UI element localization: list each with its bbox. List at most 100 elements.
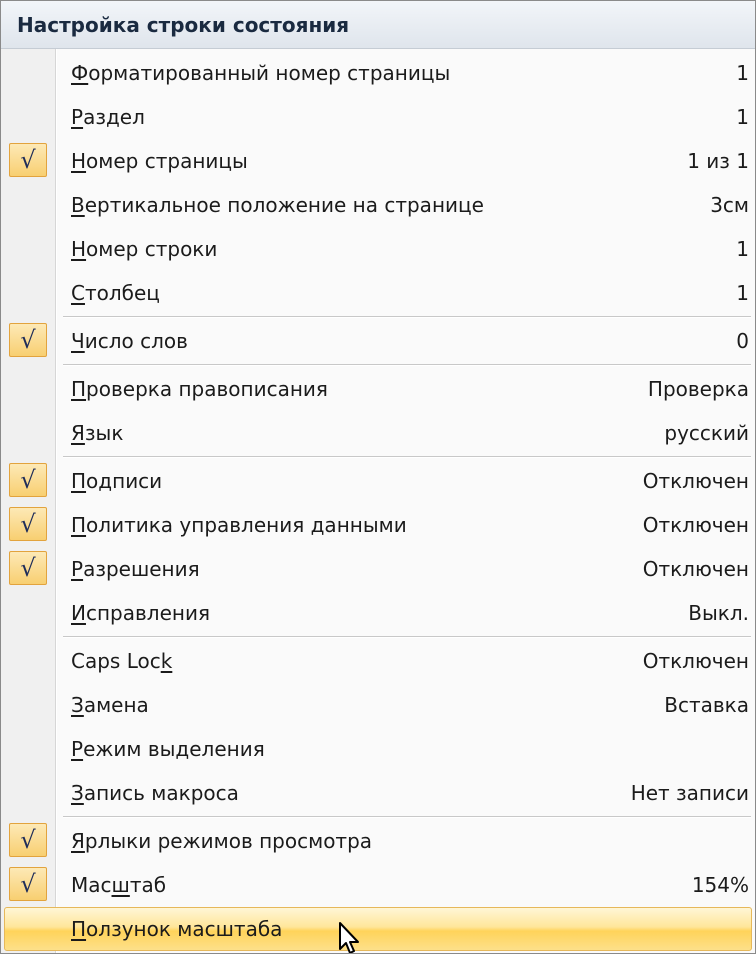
- menu-item-label-end: амена: [83, 693, 149, 717]
- menu-item-label: Язык: [71, 411, 123, 455]
- menu-item-value: 1: [736, 61, 749, 85]
- menu-item-label: Подписи: [71, 459, 162, 503]
- menu-item-label-end: исло слов: [84, 329, 188, 353]
- menu-item-value: Проверка: [647, 377, 749, 401]
- menu-item-label: Форматированный номер страницы: [71, 51, 450, 95]
- menu-item-label-end: зык: [84, 421, 124, 445]
- menu-item[interactable]: √ Ярлыки режимов просмотра: [1, 819, 755, 863]
- menu-item-access-key: Я: [71, 421, 85, 445]
- menu-item-value: 1 из 1: [687, 149, 749, 173]
- menu-item[interactable]: √ Политика управления данными Отключен: [1, 503, 755, 547]
- menu-item-label-end: азрешения: [83, 557, 200, 581]
- menu-item-access-key: k: [160, 649, 173, 673]
- menu-item-value: 1: [736, 237, 749, 261]
- menu-item-label-end: ертикальное положение на странице: [84, 193, 484, 217]
- menu-item-label-end: орматированный номер страницы: [88, 61, 451, 85]
- menu-item-label: Раздел: [71, 95, 145, 139]
- menu-item-label-end: олзунок масштаба: [86, 917, 283, 941]
- status-bar-context-menu: Настройка строки состояния Форматированн…: [0, 0, 756, 954]
- menu-item[interactable]: Вертикальное положение на странице 3см: [1, 183, 755, 227]
- checkmark-icon: √: [9, 143, 47, 177]
- menu-item-label: Номер строки: [71, 227, 217, 271]
- menu-item-access-key: Н: [71, 237, 87, 261]
- menu-item[interactable]: Замена Вставка: [1, 683, 755, 727]
- menu-item-label: Масштаб: [71, 863, 166, 907]
- menu-item[interactable]: Язык русский: [1, 411, 755, 455]
- menu-item-label-end: аздел: [83, 105, 145, 129]
- menu-item-value: 1: [736, 105, 749, 129]
- menu-item[interactable]: Caps Lock Отключен: [1, 639, 755, 683]
- menu-item-access-key: Я: [71, 829, 85, 853]
- menu-item[interactable]: Номер строки 1: [1, 227, 755, 271]
- menu-item-access-key: З: [71, 693, 84, 717]
- menu-item-label: Режим выделения: [71, 727, 265, 771]
- menu-item-access-key: И: [71, 601, 86, 625]
- checkmark-icon: √: [9, 823, 47, 857]
- menu-item-label-end: справления: [85, 601, 210, 625]
- menu-item-label: Замена: [71, 683, 149, 727]
- menu-item[interactable]: √ Номер страницы 1 из 1: [1, 139, 755, 183]
- menu-item-label-start: Caps Loc: [71, 649, 161, 673]
- menu-item-access-key: П: [71, 917, 87, 941]
- menu-item-access-key: Ф: [71, 61, 89, 85]
- menu-item[interactable]: Режим выделения: [1, 727, 755, 771]
- menu-item-value: Отключен: [642, 469, 749, 493]
- menu-item-label-end: одписи: [86, 469, 163, 493]
- menu-item-value: 1: [736, 281, 749, 305]
- menu-item[interactable]: Проверка правописания Проверка: [1, 367, 755, 411]
- menu-item-value: Отключен: [642, 557, 749, 581]
- menu-item-label-start: Мас: [71, 873, 112, 897]
- checkmark-icon: √: [9, 507, 47, 541]
- menu-item-label: Ползунок масштаба: [71, 907, 282, 951]
- menu-item[interactable]: Запись макроса Нет записи: [1, 771, 755, 815]
- menu-item-access-key: П: [71, 377, 87, 401]
- menu-item-label: Ярлыки режимов просмотра: [71, 819, 372, 863]
- menu-item-label: Вертикальное положение на странице: [71, 183, 484, 227]
- checkmark-icon: √: [9, 323, 47, 357]
- menu-item-access-key: Р: [71, 737, 84, 761]
- menu-item-label-end: омер страницы: [86, 149, 248, 173]
- menu-item-label: Столбец: [71, 271, 160, 315]
- menu-item-label-end: толбец: [84, 281, 160, 305]
- menu-item-label: Число слов: [71, 319, 188, 363]
- menu-item[interactable]: Ползунок масштаба: [1, 907, 755, 951]
- menu-item-value: Отключен: [642, 513, 749, 537]
- menu-item-access-key: З: [71, 781, 84, 805]
- menu-item-value: русский: [664, 421, 749, 445]
- menu-item-list: Форматированный номер страницы 1 Раздел 1 √ Н…: [1, 51, 755, 951]
- menu-item[interactable]: √ Число слов 0: [1, 319, 755, 363]
- menu-item-value: Нет записи: [630, 781, 749, 805]
- menu-item-value: 3см: [710, 193, 749, 217]
- menu-item-access-key: ш: [111, 873, 130, 897]
- menu-item-label-end: ежим выделения: [83, 737, 265, 761]
- menu-item-value: Отключен: [642, 649, 749, 673]
- checkmark-icon: √: [9, 867, 47, 901]
- menu-item-label: Проверка правописания: [71, 367, 328, 411]
- menu-item-access-key: С: [71, 281, 85, 305]
- menu-item-label-end: олитика управления данными: [86, 513, 407, 537]
- menu-item-access-key: П: [71, 469, 87, 493]
- menu-item-value: Выкл.: [688, 601, 749, 625]
- menu-item[interactable]: Исправления Выкл.: [1, 591, 755, 635]
- menu-item-label-end: омер строки: [86, 237, 218, 261]
- mouse-pointer-icon: [339, 922, 359, 953]
- menu-item-label: Разрешения: [71, 547, 200, 591]
- menu-item-label: Номер страницы: [71, 139, 248, 183]
- menu-item-access-key: Ч: [71, 329, 85, 353]
- menu-item[interactable]: Раздел 1: [1, 95, 755, 139]
- menu-item-label-end: таб: [129, 873, 167, 897]
- menu-item[interactable]: Столбец 1: [1, 271, 755, 315]
- checkmark-icon: √: [9, 463, 47, 497]
- menu-item-label-end: рлыки режимов просмотра: [84, 829, 373, 853]
- menu-item-label: Политика управления данными: [71, 503, 407, 547]
- menu-item-label-end: роверка правописания: [86, 377, 328, 401]
- menu-item[interactable]: √ Масштаб 154%: [1, 863, 755, 907]
- menu-item-value: 154%: [691, 873, 749, 897]
- menu-item[interactable]: √ Подписи Отключен: [1, 459, 755, 503]
- menu-item-access-key: В: [71, 193, 85, 217]
- menu-item[interactable]: Форматированный номер страницы 1: [1, 51, 755, 95]
- checkmark-icon: √: [9, 551, 47, 585]
- menu-item-value: 0: [736, 329, 749, 353]
- menu-item[interactable]: √ Разрешения Отключен: [1, 547, 755, 591]
- menu-item-label-end: апись макроса: [83, 781, 239, 805]
